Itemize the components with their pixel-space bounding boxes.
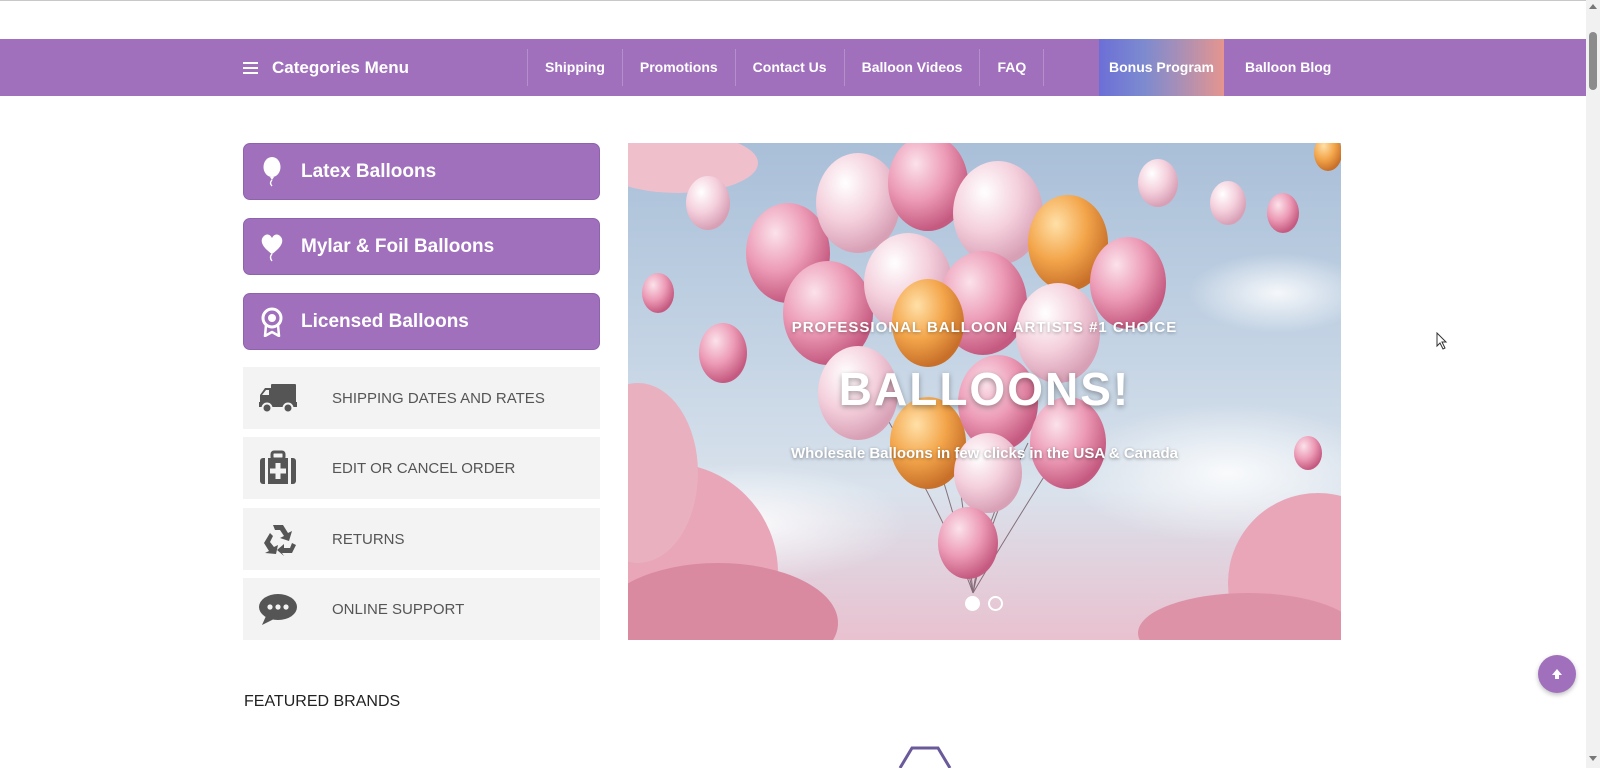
main-navbar: Categories Menu Shipping Promotions Cont… xyxy=(0,39,1586,96)
nav-link-contact-us[interactable]: Contact Us xyxy=(734,49,844,86)
heart-balloon-icon xyxy=(259,232,285,262)
recycle-icon xyxy=(258,521,298,557)
slider-dot-1[interactable] xyxy=(965,596,980,611)
hero-title: BALLOONS! xyxy=(838,363,1131,415)
hero-slider[interactable]: PROFESSIONAL BALLOON ARTISTS #1 CHOICE B… xyxy=(628,143,1341,640)
category-latex-balloons[interactable]: Latex Balloons xyxy=(243,143,600,200)
category-label: Latex Balloons xyxy=(301,160,437,182)
nav-link-balloon-videos[interactable]: Balloon Videos xyxy=(843,49,980,86)
featured-brands-heading: FEATURED BRANDS xyxy=(244,693,401,710)
scroll-up-arrow-icon[interactable] xyxy=(1589,4,1597,9)
chat-bubble-icon xyxy=(258,592,298,626)
arrow-up-icon xyxy=(1552,669,1562,679)
back-to-top-button[interactable] xyxy=(1538,655,1576,693)
nav-links: Shipping Promotions Contact Us Balloon V… xyxy=(527,49,1045,86)
page-scrollbar[interactable] xyxy=(1586,0,1600,768)
category-label: Mylar & Foil Balloons xyxy=(301,235,495,257)
hero-description: Wholesale Balloons in few clicks in the … xyxy=(790,445,1179,462)
info-returns[interactable]: RETURNS xyxy=(243,508,600,570)
category-licensed-balloons[interactable]: Licensed Balloons xyxy=(243,293,600,350)
categories-menu-button[interactable]: Categories Menu xyxy=(243,39,409,96)
categories-menu-label: Categories Menu xyxy=(272,57,409,77)
hamburger-icon xyxy=(243,61,258,74)
info-label: EDIT OR CANCEL ORDER xyxy=(332,459,516,477)
scroll-down-arrow-icon[interactable] xyxy=(1589,756,1597,761)
info-label: SHIPPING DATES AND RATES xyxy=(332,389,545,407)
info-label: RETURNS xyxy=(332,530,405,548)
nav-link-faq[interactable]: FAQ xyxy=(979,49,1045,86)
brand-logo-icon[interactable] xyxy=(898,745,952,768)
hero-subtitle: PROFESSIONAL BALLOON ARTISTS #1 CHOICE xyxy=(791,319,1178,336)
slider-dots xyxy=(965,596,1003,611)
nav-link-promotions[interactable]: Promotions xyxy=(621,49,735,86)
info-shipping-dates-rates[interactable]: SHIPPING DATES AND RATES xyxy=(243,367,600,429)
nav-link-shipping[interactable]: Shipping xyxy=(527,49,622,86)
category-mylar-foil-balloons[interactable]: Mylar & Foil Balloons xyxy=(243,218,600,275)
category-label: Licensed Balloons xyxy=(301,310,469,332)
mouse-cursor-icon xyxy=(1436,332,1448,350)
info-online-support[interactable]: ONLINE SUPPORT xyxy=(243,578,600,640)
top-border xyxy=(0,0,1586,1)
hero-text-overlay: PROFESSIONAL BALLOON ARTISTS #1 CHOICE B… xyxy=(628,143,1341,640)
info-edit-cancel-order[interactable]: EDIT OR CANCEL ORDER xyxy=(243,437,600,499)
slider-dot-2[interactable] xyxy=(988,596,1003,611)
scroll-thumb[interactable] xyxy=(1589,32,1597,90)
balloon-icon xyxy=(259,156,285,187)
nav-link-bonus-program[interactable]: Bonus Program xyxy=(1099,39,1224,96)
nav-link-balloon-blog[interactable]: Balloon Blog xyxy=(1245,39,1331,96)
medical-kit-icon xyxy=(258,450,298,486)
truck-icon xyxy=(258,382,298,414)
info-label: ONLINE SUPPORT xyxy=(332,600,465,618)
award-ribbon-icon xyxy=(259,307,285,337)
